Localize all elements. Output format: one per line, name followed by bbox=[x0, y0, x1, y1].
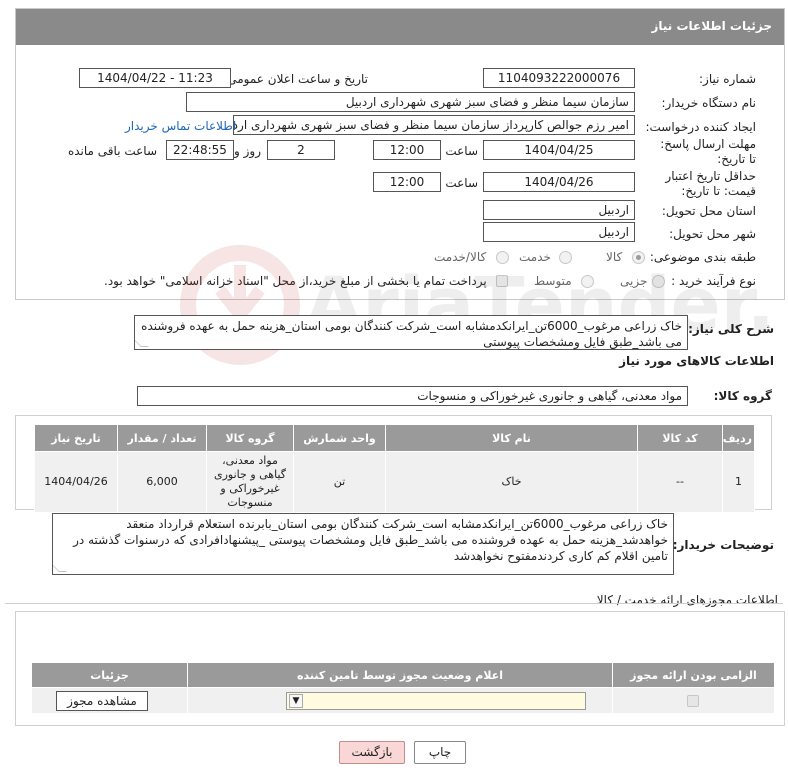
cell-unit: تن bbox=[293, 451, 386, 513]
announce-datetime-label: تاریخ و ساعت اعلان عمومی: bbox=[223, 72, 368, 86]
buyer-org-field: سازمان سیما منظر و فضای سبز شهری شهرداری… bbox=[186, 92, 635, 112]
description-text: خاک زراعی مرغوب_6000تن_ایرانکدمشابه است_… bbox=[141, 319, 682, 349]
permit-required-checkbox bbox=[687, 695, 699, 707]
goods-info-title: اطلاعات کالاهای مورد نیاز bbox=[619, 354, 774, 368]
need-number-field: 1104093222000076 bbox=[483, 68, 635, 88]
view-permit-button[interactable]: مشاهده مجوز bbox=[56, 691, 148, 711]
delivery-province-label: استان محل تحویل: bbox=[661, 204, 756, 218]
reply-deadline-time-label: ساعت bbox=[445, 144, 478, 158]
remaining-time-field: 22:48:55 bbox=[166, 140, 234, 160]
category-goods-service-label: کالا/خدمت bbox=[434, 250, 487, 264]
table-row: -- ▼ مشاهده مجوز bbox=[31, 687, 775, 714]
goods-group-field: مواد معدنی، گیاهی و جانوری غیرخوراکی و م… bbox=[137, 386, 688, 406]
buyer-notes-label: توضیحات خریدار: bbox=[672, 538, 774, 552]
need-details-panel: جزئیات اطلاعات نیاز شماره نیاز: 11040932… bbox=[15, 8, 785, 300]
col-row-number: ردیف bbox=[722, 424, 755, 452]
process-radio-medium[interactable] bbox=[581, 275, 594, 288]
buyer-contact-link[interactable]: اطلاعات تماس خریدار bbox=[125, 119, 236, 133]
col-permit-details: جزئیات bbox=[31, 662, 188, 688]
treasury-payment-note: پرداخت تمام یا بخشی از مبلغ خرید،از محل … bbox=[104, 274, 487, 288]
reply-deadline-time: 12:00 bbox=[373, 140, 441, 160]
permits-table: الزامی بودن ارائه مجوز اعلام وضعیت مجوز … bbox=[31, 662, 775, 714]
description-textarea: خاک زراعی مرغوب_6000تن_ایرانکدمشابه است_… bbox=[134, 315, 688, 350]
col-item-group: گروه کالا bbox=[206, 424, 294, 452]
delivery-province-field: اردبیل bbox=[483, 200, 635, 220]
col-item-code: کد کالا bbox=[637, 424, 723, 452]
remaining-days-field: 2 bbox=[267, 140, 335, 160]
description-label: شرح کلی نیاز: bbox=[688, 322, 774, 336]
col-permit-required: الزامی بودن ارائه مجوز bbox=[612, 662, 775, 688]
need-number-label: شماره نیاز: bbox=[699, 72, 756, 86]
items-table-header: ردیف کد کالا نام کالا واحد شمارش گروه کا… bbox=[34, 424, 755, 452]
cell-permit-status: -- ▼ bbox=[187, 687, 613, 714]
permits-section-title: اطلاعات مجوزهای ارائه خدمت / کالا bbox=[596, 593, 778, 607]
category-radio-goods-service[interactable] bbox=[496, 251, 509, 264]
col-quantity: تعداد / مقدار bbox=[117, 424, 207, 452]
price-validity-date: 1404/04/26 bbox=[483, 172, 635, 192]
category-goods-label: کالا bbox=[606, 250, 623, 264]
reply-deadline-label: مهلت ارسال پاسخ: تا تاریخ: bbox=[660, 137, 756, 166]
cell-permit-required bbox=[612, 687, 775, 714]
process-medium-label: متوسط bbox=[534, 274, 572, 288]
delivery-city-label: شهر محل تحویل: bbox=[669, 227, 756, 241]
permit-status-select[interactable]: -- ▼ bbox=[286, 692, 586, 710]
section-divider bbox=[5, 603, 783, 604]
col-permit-status: اعلام وضعیت مجوز توسط تامین کننده bbox=[187, 662, 613, 688]
items-table-container: ردیف کد کالا نام کالا واحد شمارش گروه کا… bbox=[15, 415, 772, 513]
process-type-label: نوع فرآیند خرید : bbox=[671, 274, 756, 288]
buyer-notes-textarea: خاک زراعی مرغوب_6000تن_ایرانکدمشابه است_… bbox=[52, 513, 674, 575]
price-validity-time-label: ساعت bbox=[445, 176, 478, 190]
cell-need-date: 1404/04/26 bbox=[34, 451, 118, 513]
resize-grip-icon[interactable] bbox=[135, 339, 149, 347]
category-service-label: خدمت bbox=[519, 250, 551, 264]
buyer-notes-text: خاک زراعی مرغوب_6000تن_ایرانکدمشابه است_… bbox=[73, 517, 668, 563]
announce-datetime-field: 1404/04/22 - 11:23 bbox=[79, 68, 231, 88]
remaining-time-label: ساعت باقی مانده bbox=[67, 144, 157, 158]
items-table: ردیف کد کالا نام کالا واحد شمارش گروه کا… bbox=[34, 424, 755, 513]
reply-deadline-date: 1404/04/25 bbox=[483, 140, 635, 160]
chevron-down-icon: ▼ bbox=[289, 694, 303, 708]
process-minor-label: جزیی bbox=[620, 274, 648, 288]
col-need-date: تاریخ نیاز bbox=[34, 424, 118, 452]
price-validity-label: حداقل تاریخ اعتبار قیمت: تا تاریخ: bbox=[665, 169, 756, 198]
cell-item-group: مواد معدنی، گیاهی و جانوری غیرخوراکی و م… bbox=[206, 451, 294, 513]
requester-label: ایجاد کننده درخواست: bbox=[645, 120, 756, 134]
print-button[interactable]: چاپ bbox=[414, 741, 466, 764]
cell-row-number: 1 bbox=[722, 451, 755, 513]
cell-quantity: 6,000 bbox=[117, 451, 207, 513]
cell-item-code: -- bbox=[637, 451, 723, 513]
table-row: 1 -- خاک تن مواد معدنی، گیاهی و جانوری غ… bbox=[34, 451, 755, 513]
permits-table-header: الزامی بودن ارائه مجوز اعلام وضعیت مجوز … bbox=[31, 662, 775, 688]
days-label: روز و bbox=[234, 144, 261, 158]
buyer-org-label: نام دستگاه خریدار: bbox=[661, 96, 757, 110]
resize-grip-icon[interactable] bbox=[53, 564, 67, 572]
category-label: طبقه بندی موضوعی: bbox=[649, 250, 756, 264]
cell-item-name: خاک bbox=[385, 451, 638, 513]
category-radio-goods[interactable] bbox=[632, 251, 645, 264]
panel-title: جزئیات اطلاعات نیاز bbox=[16, 9, 784, 45]
category-radio-service[interactable] bbox=[559, 251, 572, 264]
back-button[interactable]: بازگشت bbox=[339, 741, 405, 764]
process-radio-minor[interactable] bbox=[652, 275, 665, 288]
goods-group-label: گروه کالا: bbox=[713, 389, 772, 403]
delivery-city-field: اردبیل bbox=[483, 222, 635, 242]
col-item-name: نام کالا bbox=[385, 424, 638, 452]
col-unit: واحد شمارش bbox=[293, 424, 386, 452]
requester-field: امیر رزم جوالص کارپرداز سازمان سیما منظر… bbox=[233, 115, 635, 135]
treasury-payment-checkbox[interactable] bbox=[496, 275, 508, 287]
permits-panel: الزامی بودن ارائه مجوز اعلام وضعیت مجوز … bbox=[15, 611, 785, 726]
price-validity-time: 12:00 bbox=[373, 172, 441, 192]
cell-permit-details: مشاهده مجوز bbox=[31, 687, 188, 714]
